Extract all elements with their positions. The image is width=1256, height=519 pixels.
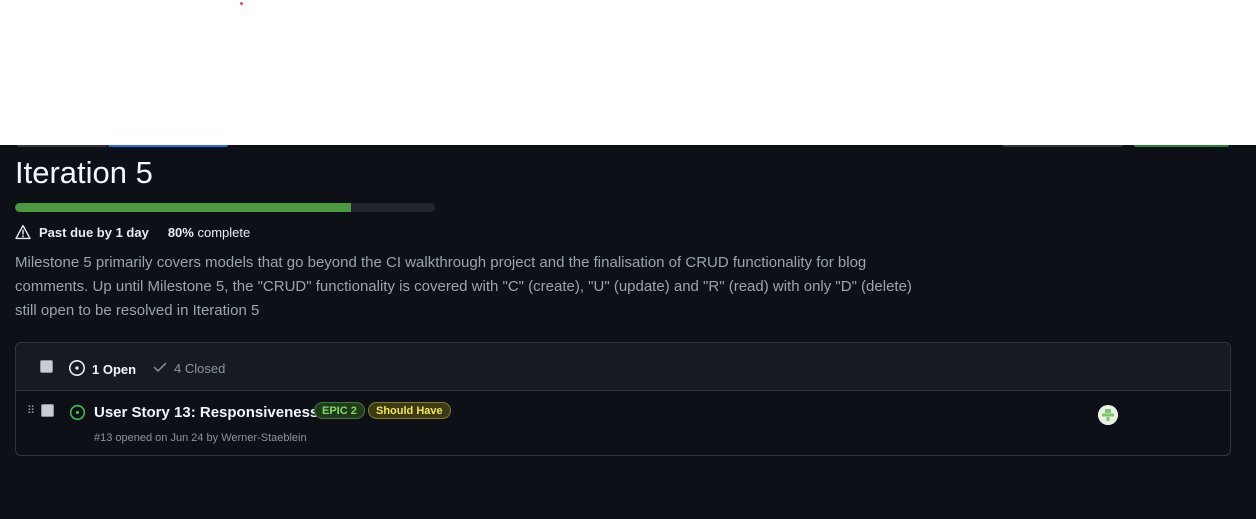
progress-bar-fill <box>15 203 351 212</box>
percent-value: 80% <box>167 224 194 240</box>
label-should-have[interactable]: Should Have <box>368 402 451 419</box>
issue-open-icon <box>69 404 86 426</box>
assignee-avatar[interactable] <box>1098 405 1118 425</box>
cursor-dot <box>240 2 243 5</box>
new-issue-green-button-edge[interactable] <box>1134 145 1229 147</box>
percent-suffix: complete <box>197 224 251 240</box>
milestone-title: Iteration 5 <box>15 155 153 190</box>
closed-issues-label: 4 Closed <box>174 361 226 376</box>
issue-title-link[interactable]: User Story 13: Responsiveness <box>94 404 318 421</box>
milestone-progress-bar <box>15 203 435 212</box>
blank-top-area <box>0 0 1256 145</box>
new-issue-button-edge[interactable] <box>108 145 228 147</box>
select-all-checkbox[interactable] <box>40 360 53 373</box>
open-issues-label: 1 Open <box>92 362 137 377</box>
issues-list-header: 1 Open 4 Closed <box>16 343 1230 391</box>
issue-meta: #13 opened on Jun 24 by Werner-Staeblein <box>94 432 307 444</box>
close-milestone-button-edge[interactable] <box>1003 145 1123 147</box>
open-issues-tab[interactable]: 1 Open <box>68 359 136 380</box>
past-due-text: Past due by 1 day <box>39 224 149 240</box>
drag-handle-icon[interactable]: ⠿ <box>27 406 35 417</box>
issue-checkbox[interactable] <box>41 404 54 417</box>
issues-list: 1 Open 4 Closed ⠿ User Story 13: Respons… <box>15 342 1231 456</box>
check-icon <box>152 359 174 378</box>
milestone-status: Past due by 1 day 80% complete <box>15 223 250 241</box>
issue-row[interactable]: ⠿ User Story 13: Responsiveness EPIC 2 S… <box>16 391 1230 455</box>
issue-open-icon <box>68 359 92 380</box>
milestone-description: Milestone 5 primarily covers models that… <box>15 254 912 319</box>
alert-icon <box>15 224 31 240</box>
closed-issues-tab[interactable]: 4 Closed <box>152 359 225 378</box>
percent-complete: 80% complete <box>168 225 250 240</box>
label-epic-2[interactable]: EPIC 2 <box>314 402 365 419</box>
edit-milestone-button-edge[interactable] <box>17 145 107 147</box>
